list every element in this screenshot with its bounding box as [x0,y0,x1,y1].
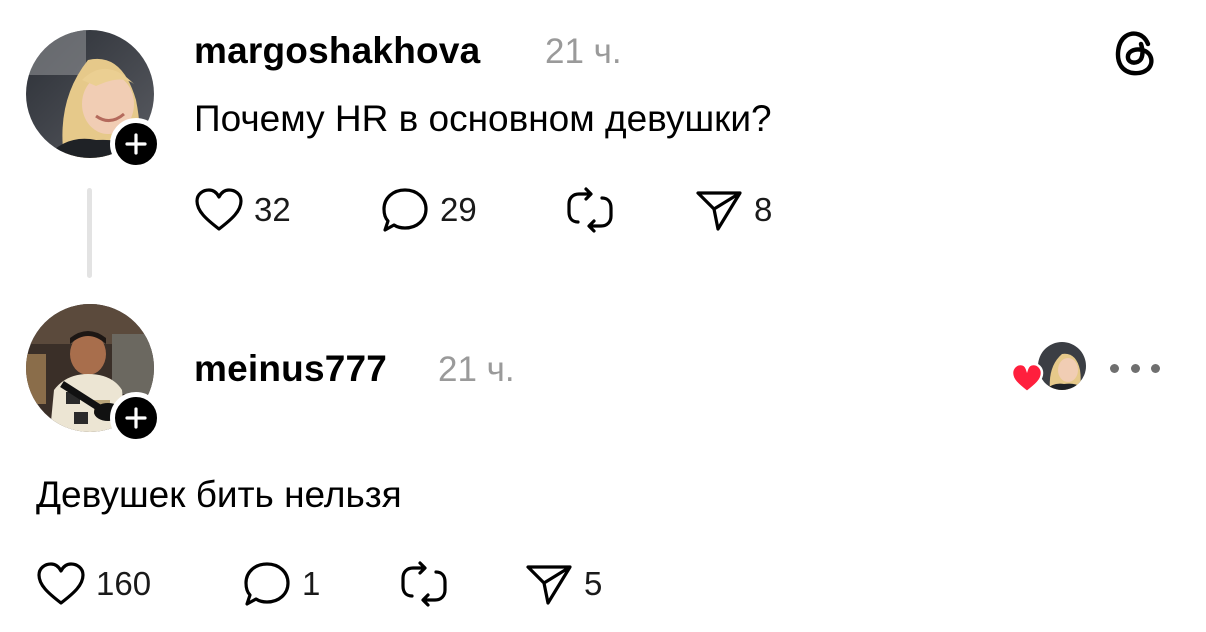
reply-repost-button[interactable] [398,560,460,608]
repost-icon [401,561,447,607]
reply-like-button[interactable]: 160 [36,560,151,608]
more-dots-icon [1130,363,1140,373]
post-time: 21 ч. [545,32,622,71]
plus-icon [125,133,147,155]
send-icon [696,191,742,231]
more-options-button[interactable] [1110,356,1160,380]
plus-icon [125,407,147,429]
post-share-count: 8 [754,191,773,228]
reply-author-username[interactable]: meinus777 [194,348,387,390]
post-repost-button[interactable] [564,186,626,234]
post-like-count: 32 [254,191,291,228]
reply-like-count: 160 [96,565,152,602]
more-dots-icon [1110,363,1119,373]
heart-icon [1010,362,1044,394]
follow-reply-author-button[interactable] [110,392,162,444]
send-icon [526,565,572,605]
threads-logo-icon[interactable] [1108,26,1160,78]
post-reply-count: 29 [440,191,477,228]
liked-by-author-indicator [1010,342,1086,394]
heart-icon [195,188,243,231]
reply-reply-button[interactable]: 1 [242,560,320,608]
more-dots-icon [1151,363,1160,373]
post-like-button[interactable]: 32 [194,186,291,234]
post-reply-button[interactable]: 29 [380,186,477,234]
reply-bubble-icon [382,188,428,232]
reply-share-count: 5 [584,565,603,602]
post-share-button[interactable]: 8 [694,186,772,234]
reply-share-button[interactable]: 5 [524,560,602,608]
reply-time: 21 ч. [438,350,515,389]
heart-icon [37,562,85,605]
post-author-username[interactable]: margoshakhova [194,30,480,72]
repost-icon [567,187,613,233]
reply-reply-count: 1 [302,565,321,602]
follow-post-author-button[interactable] [110,118,162,170]
threads-page: margoshakhova 21 ч. Почему HR в основном… [0,0,1206,632]
reply-text: Девушек бить нельзя [36,474,402,515]
reply-bubble-icon [244,562,290,606]
thread-connector-line [87,188,92,278]
post-text: Почему HR в основном девушки? [194,98,772,139]
liked-by-avatar [1038,342,1086,390]
